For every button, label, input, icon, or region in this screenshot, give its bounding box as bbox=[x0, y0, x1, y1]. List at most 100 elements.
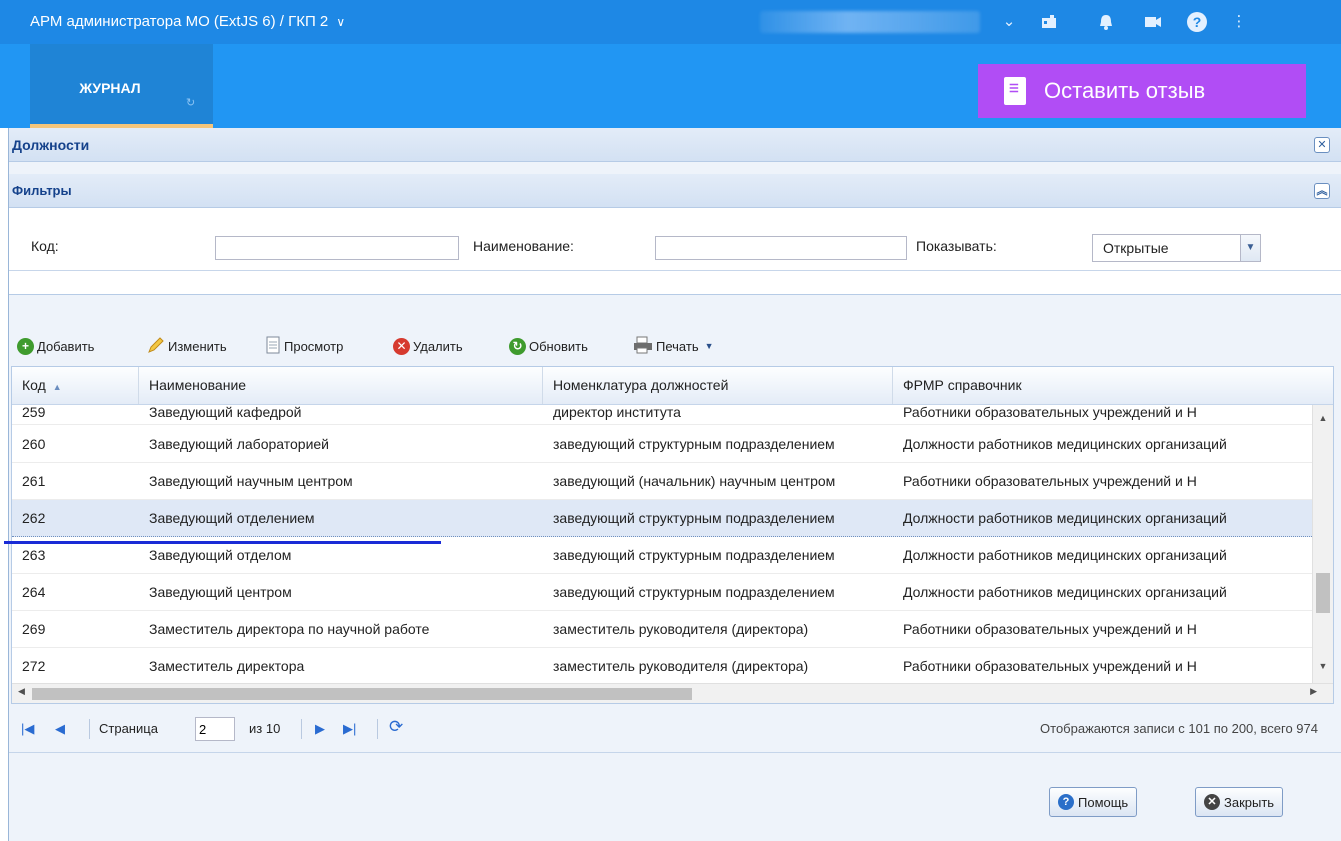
name-input[interactable] bbox=[655, 236, 907, 260]
tab-journal[interactable]: ЖУРНАЛ bbox=[30, 44, 213, 128]
code-input[interactable] bbox=[215, 236, 459, 260]
positions-grid: Код ▲ Наименование Номенклатура должност… bbox=[11, 366, 1334, 704]
cell-nomenclature: заведующий структурным подразделением bbox=[553, 510, 835, 526]
print-button[interactable]: Печать ▼ bbox=[633, 336, 714, 356]
records-info: Отображаются записи с 101 по 200, всего … bbox=[1040, 721, 1318, 736]
close-icon[interactable]: ✕ bbox=[1314, 137, 1330, 153]
first-page-icon[interactable]: |◀ bbox=[21, 721, 34, 737]
cell-code: 264 bbox=[22, 584, 46, 600]
cell-frmr: Должности работников медицинских организ… bbox=[903, 584, 1227, 600]
cell-nomenclature: заведующий структурным подразделением bbox=[553, 436, 835, 452]
cell-code: 272 bbox=[22, 658, 46, 674]
filter-row: Код: Наименование: Показывать: Открытые … bbox=[9, 208, 1341, 271]
table-row[interactable]: 272 Заместитель директора заместитель ру… bbox=[12, 648, 1312, 683]
dropdown-arrow-icon: ▼ bbox=[704, 341, 714, 351]
cell-code: 262 bbox=[22, 510, 46, 526]
print-button-label: Печать bbox=[656, 338, 699, 354]
delete-button-label: Удалить bbox=[413, 338, 463, 354]
cell-frmr: Должности работников медицинских организ… bbox=[903, 436, 1227, 452]
collapse-icon[interactable]: ︽ bbox=[1314, 183, 1330, 199]
cell-nomenclature: директор института bbox=[553, 405, 681, 420]
cell-frmr: Должности работников медицинских организ… bbox=[903, 510, 1227, 526]
printer-icon bbox=[633, 336, 653, 357]
positions-window: Должности ✕ Фильтры ︽ Код: Наименование:… bbox=[8, 128, 1341, 841]
page-input[interactable] bbox=[195, 717, 235, 741]
scroll-down-icon[interactable]: ▼ bbox=[1313, 661, 1333, 677]
add-button[interactable]: + Добавить bbox=[17, 336, 94, 356]
delete-button[interactable]: ✕ Удалить bbox=[393, 336, 463, 356]
show-select[interactable]: Открытые ▼ bbox=[1092, 234, 1261, 262]
cell-frmr: Работники образовательных учреждений и Н bbox=[903, 473, 1197, 489]
prev-page-icon[interactable]: ◀ bbox=[55, 721, 65, 737]
filters-panel: Код: Наименование: Показывать: Открытые … bbox=[9, 208, 1341, 295]
column-header-nomenclature[interactable]: Номенклатура должностей bbox=[543, 367, 893, 404]
cell-name: Заместитель директора bbox=[149, 658, 305, 674]
selection-underline bbox=[4, 541, 441, 544]
close-button[interactable]: ✕ Закрыть bbox=[1195, 787, 1284, 817]
separator bbox=[89, 719, 90, 739]
tablet-icon[interactable] bbox=[1036, 0, 1062, 44]
edit-button-label: Изменить bbox=[168, 338, 227, 354]
horizontal-scrollbar[interactable]: ◀ ▶ bbox=[12, 683, 1333, 703]
video-icon[interactable] bbox=[1140, 0, 1166, 44]
cell-frmr: Работники образовательных учреждений и Н bbox=[903, 658, 1197, 674]
app-header: АРМ администратора МО (ExtJS 6) / ГКП 2 … bbox=[0, 0, 1341, 44]
bell-icon[interactable] bbox=[1093, 0, 1119, 44]
cell-nomenclature: заместитель руководителя (директора) bbox=[553, 621, 809, 637]
app-title: АРМ администратора МО (ExtJS 6) / ГКП 2 bbox=[30, 13, 329, 30]
last-page-icon[interactable]: ▶| bbox=[343, 721, 356, 737]
next-page-icon[interactable]: ▶ bbox=[315, 721, 325, 737]
view-button[interactable]: Просмотр bbox=[266, 336, 343, 356]
horizontal-scroll-thumb[interactable] bbox=[32, 688, 692, 700]
help-button[interactable]: ? Помощь bbox=[1049, 787, 1138, 817]
refresh-icon[interactable]: ↻ bbox=[186, 96, 195, 109]
table-row[interactable]: 264 Заведующий центром заведующий структ… bbox=[12, 574, 1312, 611]
scroll-left-icon[interactable]: ◀ bbox=[18, 686, 25, 697]
column-header-frmr[interactable]: ФРМР справочник bbox=[893, 367, 1333, 404]
app-title-menu[interactable]: АРМ администратора МО (ExtJS 6) / ГКП 2 … bbox=[30, 0, 345, 44]
column-header-name[interactable]: Наименование bbox=[139, 367, 543, 404]
vertical-scrollbar[interactable]: ▲ ▼ bbox=[1312, 405, 1333, 683]
table-row[interactable]: 260 Заведующий лабораторией заведующий с… bbox=[12, 426, 1312, 463]
help-button-label: Помощь bbox=[1078, 794, 1129, 810]
cell-nomenclature: заведующий (начальник) научным центром bbox=[553, 473, 836, 489]
scroll-up-icon[interactable]: ▲ bbox=[1313, 413, 1333, 429]
document-icon: ☰ bbox=[1004, 77, 1026, 105]
help-icon[interactable]: ? bbox=[1184, 0, 1210, 44]
refresh-icon[interactable]: ⟳ bbox=[389, 717, 403, 737]
more-vert-icon[interactable]: ⋮ bbox=[1226, 0, 1252, 44]
table-row[interactable]: 269 Заместитель директора по научной раб… bbox=[12, 611, 1312, 648]
show-select-value: Открытые bbox=[1103, 240, 1169, 256]
cell-frmr: Должности работников медицинских организ… bbox=[903, 547, 1227, 563]
help-icon: ? bbox=[1058, 794, 1074, 810]
chevron-down-icon[interactable]: ⌄ bbox=[996, 0, 1022, 44]
table-row[interactable]: 259 Заведующий кафедрой директор институ… bbox=[12, 405, 1312, 425]
feedback-button[interactable]: ☰ Оставить отзыв bbox=[978, 64, 1306, 118]
column-header-code[interactable]: Код ▲ bbox=[12, 367, 139, 404]
cell-name: Заведующий лабораторией bbox=[149, 436, 329, 452]
add-icon: + bbox=[17, 337, 34, 355]
cell-name: Заведующий центром bbox=[149, 584, 292, 600]
close-button-label: Закрыть bbox=[1224, 794, 1275, 810]
refresh-button-label: Обновить bbox=[529, 338, 588, 354]
chevron-down-icon[interactable]: ▼ bbox=[1240, 235, 1260, 261]
filters-title: Фильтры bbox=[12, 183, 72, 198]
separator bbox=[301, 719, 302, 739]
table-row[interactable]: 261 Заведующий научным центром заведующи… bbox=[12, 463, 1312, 500]
cell-code: 260 bbox=[22, 436, 46, 452]
svg-text:?: ? bbox=[1193, 14, 1202, 30]
pencil-icon bbox=[147, 336, 165, 357]
cell-name: Заведующий кафедрой bbox=[149, 405, 302, 420]
refresh-button[interactable]: ↻ Обновить bbox=[509, 336, 588, 356]
cell-nomenclature: заведующий структурным подразделением bbox=[553, 584, 835, 600]
cell-code: 261 bbox=[22, 473, 46, 489]
cell-name: Заведующий отделением bbox=[149, 510, 315, 526]
page-label: Страница bbox=[99, 721, 158, 736]
nav-bar: ЖУРНАЛ ↻ ☰ Оставить отзыв bbox=[0, 44, 1341, 128]
cell-name: Заведующий научным центром bbox=[149, 473, 353, 489]
document-icon bbox=[266, 336, 280, 357]
scroll-right-icon[interactable]: ▶ bbox=[1310, 686, 1317, 697]
table-row-selected[interactable]: 262 Заведующий отделением заведующий стр… bbox=[12, 500, 1312, 537]
vertical-scroll-thumb[interactable] bbox=[1316, 573, 1330, 613]
edit-button[interactable]: Изменить bbox=[147, 336, 227, 356]
